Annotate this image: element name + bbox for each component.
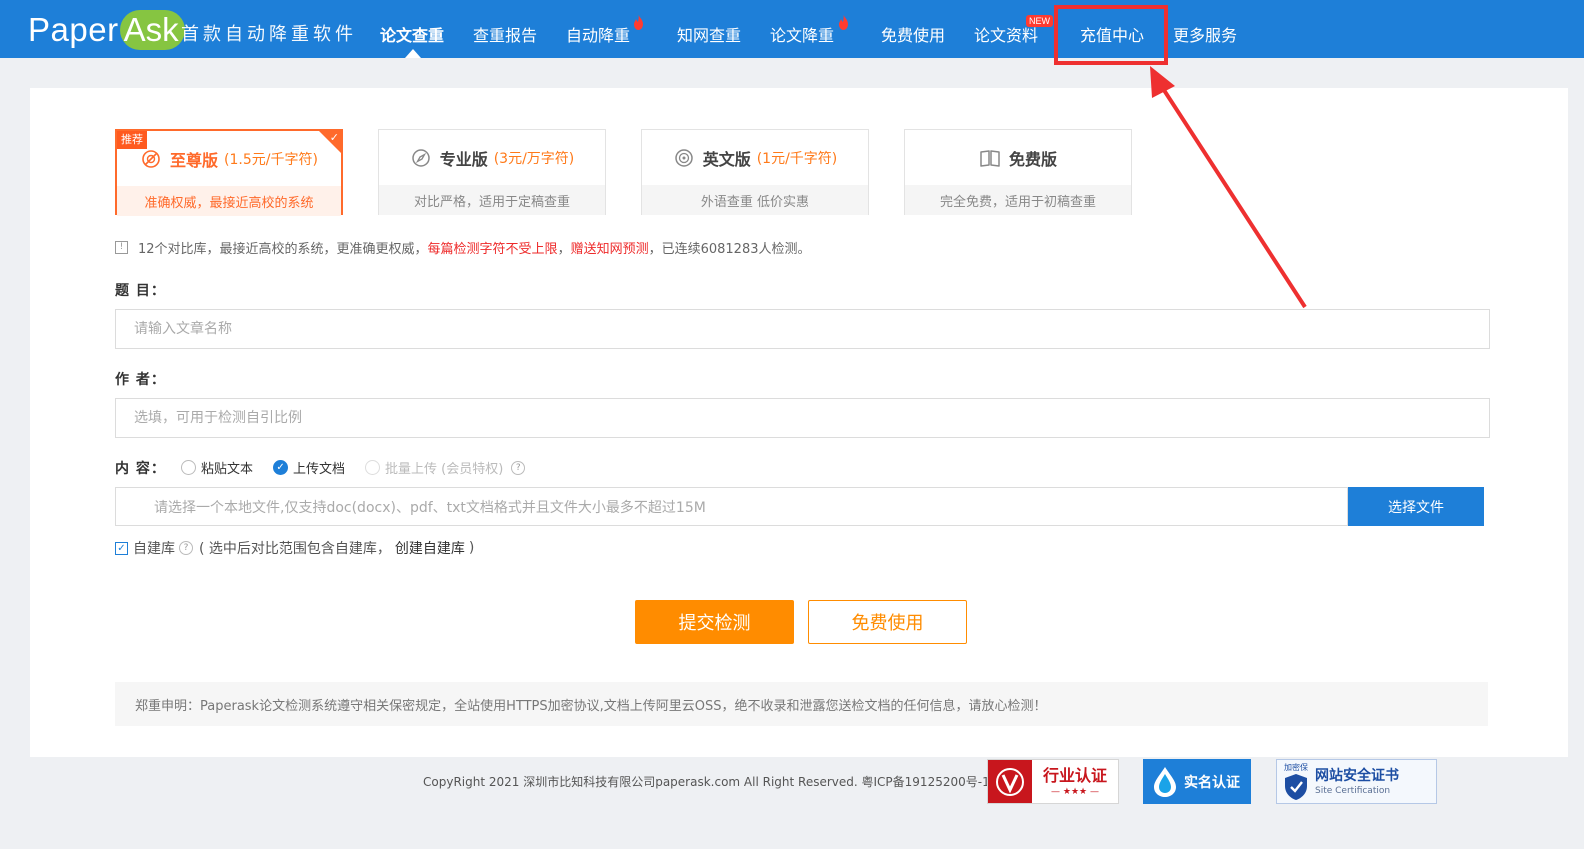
version-desc: 准确权威，最接近高校的系统 (117, 186, 341, 216)
nav-item-check-report[interactable]: 查重报告 (473, 22, 537, 46)
logo-text-paper: Paper (28, 11, 119, 48)
self-database-hint-close: ) (468, 540, 475, 556)
security-cert-sub: Site Certification (1315, 785, 1391, 796)
batch-upload-radio[interactable] (365, 460, 381, 475)
nav-item-free-use[interactable]: 免费使用 (881, 22, 945, 46)
free-use-button[interactable]: 免费使用 (808, 600, 967, 644)
active-nav-indicator (405, 49, 421, 58)
author-label: 作 者： (115, 372, 166, 388)
create-self-database-link[interactable]: 创建自建库 (395, 538, 465, 558)
industry-cert-title: 行业认证 (1042, 765, 1107, 785)
target-slash-icon (140, 148, 162, 170)
book-icon (979, 147, 1001, 169)
help-icon[interactable]: ? (179, 541, 193, 555)
file-path-display[interactable]: 请选择一个本地文件,仅支持doc(docx)、pdf、txt文档格式并且文件大小… (115, 487, 1348, 526)
title-input[interactable] (115, 309, 1490, 349)
version-name: 免费版 (1008, 149, 1057, 169)
submit-check-button[interactable]: 提交检测 (635, 600, 794, 644)
top-navbar: Paper Ask 首款自动降重软件 论文查重 查重报告 自动降重 知网查重 论文… (0, 0, 1584, 58)
help-icon[interactable]: ? (511, 460, 526, 475)
notice-separator: ， (557, 242, 571, 257)
title-label: 题 目： (115, 283, 166, 299)
version-name: 专业版 (439, 149, 488, 169)
self-database-hint: ( 选中后对比范围包含自建库， (199, 541, 391, 557)
self-database-row: ✓ 自建库 ? ( 选中后对比范围包含自建库， 创建自建库 ) (115, 538, 474, 558)
notice-highlight: 赠送知网预测 (570, 242, 649, 257)
upload-doc-radio[interactable]: ✓ (273, 460, 289, 475)
version-price: (1.5元/千字符) (224, 151, 318, 168)
drop-icon (1152, 766, 1178, 798)
shield-icon: 加密保 (1283, 763, 1309, 801)
radio-label[interactable]: 批量上传 (会员特权) (385, 458, 503, 477)
version-price: (3元/万字符) (493, 150, 575, 167)
service-notice: ! 12个对比库，最接近高校的系统，更准确更权威， 每篇检测字符不受上限 ， 赠… (115, 238, 811, 257)
notice-highlight: 每篇检测字符不受上限 (427, 242, 558, 257)
notice-text: 12个对比库，最接近高校的系统，更准确更权威， (138, 242, 428, 257)
realname-cert-title: 实名认证 (1184, 774, 1240, 791)
industry-cert-stars: — ★★★ — (1051, 786, 1099, 797)
version-card-pro[interactable]: 专业版 (3元/万字符) 对比严格，适用于定稿查重 (378, 129, 606, 215)
notice-text: ，已连续6081283人检测。 (648, 242, 811, 257)
paperask-logo[interactable]: Paper Ask (28, 10, 185, 50)
realname-cert-badge[interactable]: 实名认证 (1143, 759, 1251, 804)
fire-icon (839, 15, 848, 30)
copyright-text: CopyRight 2021 深圳市比知科技有限公司paperask.com A… (423, 775, 990, 789)
slogan: 首款自动降重软件 (181, 24, 357, 45)
version-name: 至尊版 (170, 150, 219, 170)
radio-label[interactable]: 上传文档 (293, 458, 345, 477)
security-cert-title: 网站安全证书 (1315, 767, 1399, 784)
info-icon: ! (115, 241, 128, 254)
nav-item-paper-rewrite[interactable]: 论文降重 (770, 22, 834, 46)
security-tag: 加密保 (1284, 762, 1308, 772)
nav-item-auto-rewrite[interactable]: 自动降重 (566, 22, 630, 46)
version-name: 英文版 (702, 149, 751, 169)
choose-file-button[interactable]: 选择文件 (1348, 487, 1484, 526)
version-card-english[interactable]: 英文版 (1元/千字符) 外语查重 低价实惠 (641, 129, 869, 215)
self-database-label[interactable]: 自建库 (133, 538, 175, 558)
fire-icon (634, 15, 643, 30)
content-label: 内 容： (115, 461, 166, 477)
nav-item-more-services[interactable]: 更多服务 (1173, 22, 1237, 46)
v-logo-icon (988, 760, 1032, 803)
security-cert-badge[interactable]: 加密保 网站安全证书 Site Certification (1276, 759, 1437, 804)
version-price: (1元/千字符) (756, 150, 838, 167)
radio-label[interactable]: 粘贴文本 (201, 458, 253, 477)
logo-text-ask: Ask (119, 10, 185, 50)
new-badge: NEW (1026, 15, 1053, 27)
version-card-free[interactable]: 免费版 完全免费，适用于初稿查重 (904, 129, 1132, 215)
recharge-highlight-annotation (1054, 5, 1168, 65)
paste-text-radio[interactable] (181, 460, 196, 475)
version-desc: 外语查重 低价实惠 (642, 185, 868, 215)
privacy-statement: 郑重申明：Paperask论文检测系统遵守相关保密规定，全站使用HTTPS加密协… (115, 682, 1488, 726)
target-icon (673, 147, 695, 169)
nav-item-paper-check[interactable]: 论文查重 (380, 22, 444, 46)
version-desc: 完全免费，适用于初稿查重 (905, 185, 1131, 215)
version-desc: 对比严格，适用于定稿查重 (379, 185, 605, 215)
content-mode-radios: 粘贴文本 ✓ 上传文档 批量上传 (会员特权) ? (181, 458, 526, 477)
nav-item-cnki-check[interactable]: 知网查重 (677, 22, 741, 46)
self-database-checkbox[interactable]: ✓ (115, 541, 128, 555)
industry-cert-badge[interactable]: 行业认证 — ★★★ — (987, 759, 1119, 804)
author-input[interactable] (115, 398, 1490, 438)
version-card-premium[interactable]: 推荐 ✓ 至尊版 (1.5元/千字符) 准确权威，最接近高校的系统 (115, 129, 343, 216)
compass-icon (410, 147, 432, 169)
